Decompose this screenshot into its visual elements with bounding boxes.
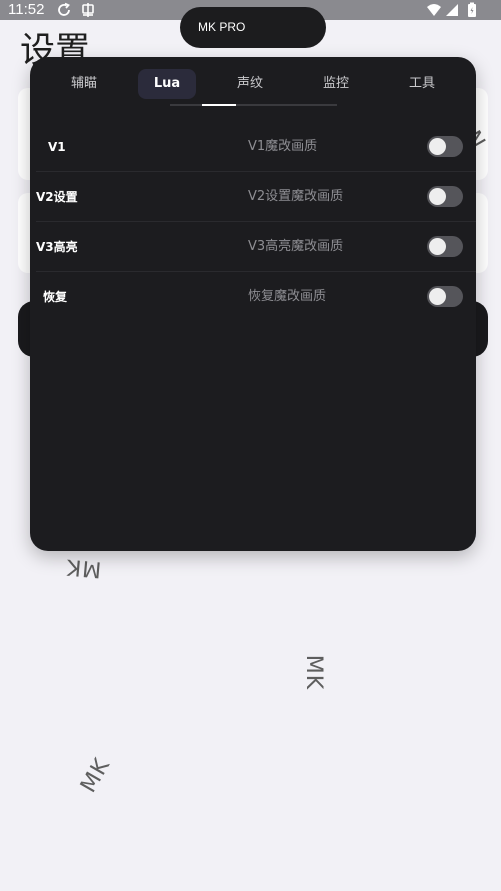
option-label: V3高亮: [36, 240, 78, 254]
option-description: V2设置魔改画质: [248, 189, 344, 204]
cellular-signal-icon: [444, 2, 460, 18]
tab-label: 监控: [322, 76, 349, 91]
list-item: 恢复 恢复魔改画质: [30, 272, 476, 322]
tab-label: Lua: [153, 76, 181, 91]
watermark-logo: MK: [301, 654, 327, 691]
toggle-knob: [429, 188, 446, 205]
tab-aim[interactable]: 辅瞄: [52, 69, 116, 99]
tab-label: 声纹: [236, 76, 263, 91]
toggle-switch[interactable]: [427, 136, 463, 157]
list-item: V2设置 V2设置魔改画质: [30, 172, 476, 222]
toggle-switch[interactable]: [427, 236, 463, 257]
option-description: V1魔改画质: [248, 139, 318, 154]
tab-voiceprint[interactable]: 声纹: [218, 69, 282, 99]
toggle-switch[interactable]: [427, 286, 463, 307]
wifi-icon: [426, 2, 442, 18]
sync-icon: [56, 2, 72, 18]
tab-label: 辅瞄: [70, 76, 97, 91]
option-description: 恢复魔改画质: [248, 289, 327, 304]
list-item: V1 V1魔改画质: [30, 122, 476, 172]
tab-monitor[interactable]: 监控: [304, 69, 368, 99]
settings-panel: 辅瞄 Lua 声纹 监控 工具 V1 V1魔改画质 V2设置 V2设置魔改画质: [30, 57, 476, 551]
tab-bar: 辅瞄 Lua 声纹 监控 工具: [30, 69, 476, 99]
toggle-knob: [429, 238, 446, 255]
bug-icon: [80, 2, 96, 18]
tab-lua[interactable]: Lua: [138, 69, 196, 99]
toggle-knob: [429, 288, 446, 305]
option-label: V1: [48, 140, 66, 154]
tab-tools[interactable]: 工具: [390, 69, 454, 99]
tab-label: 工具: [408, 76, 435, 91]
watermark-logo: MK: [64, 553, 103, 582]
option-label: V2设置: [36, 190, 78, 204]
toggle-knob: [429, 138, 446, 155]
tab-scroll-track: [170, 104, 337, 106]
toggle-switch[interactable]: [427, 186, 463, 207]
app-pill-title: MK PRO: [198, 20, 246, 34]
watermark-logo: MK: [76, 753, 116, 798]
list-item: V3高亮 V3高亮魔改画质: [30, 222, 476, 272]
status-time: 11:52: [8, 1, 45, 18]
option-label: 恢复: [43, 290, 68, 304]
option-description: V3高亮魔改画质: [248, 239, 344, 254]
app-pill[interactable]: MK PRO: [180, 7, 326, 48]
tab-indicator: [202, 104, 236, 106]
battery-icon: [464, 2, 480, 18]
